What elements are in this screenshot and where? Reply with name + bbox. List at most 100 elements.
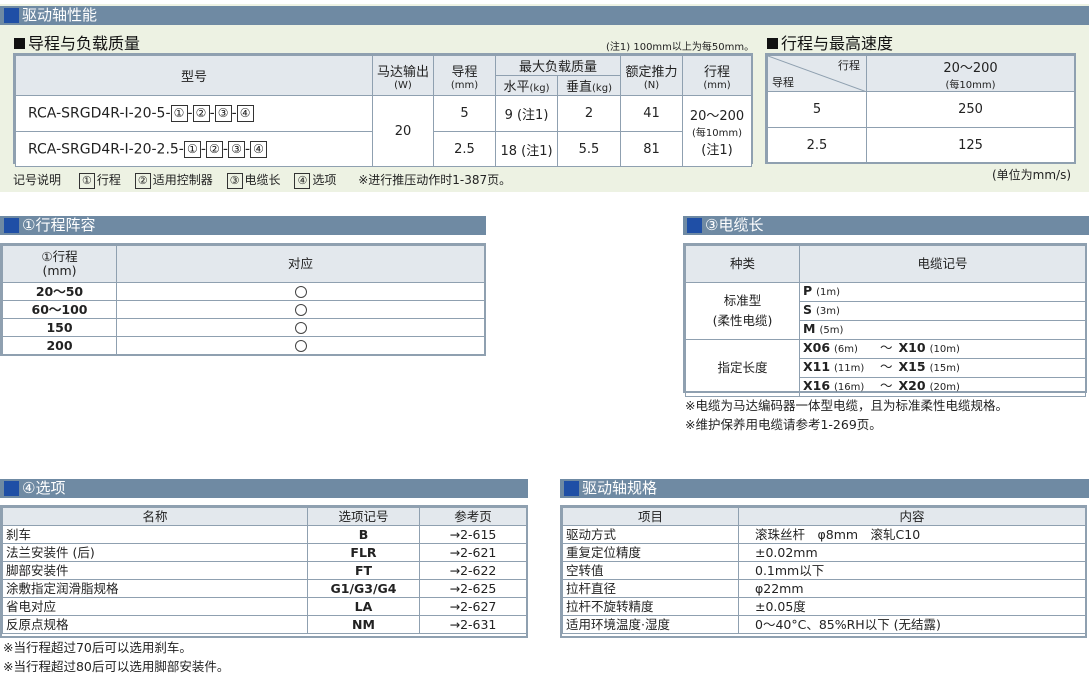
table-row: 法兰安装件 (后) FLR →2-621 [2,543,527,562]
table-row: 省电对应 LA →2-627 [2,597,527,616]
stroke-load-title: 导程与负载质量 [28,34,141,53]
options-table: 名称 选项记号 参考页 刹车 B →2-615 法兰安装件 (后) FLR →2-621… [2,507,527,634]
speed-lead: 5 [767,91,867,128]
stroke-lineup-header: ①行程阵容 [0,216,486,235]
square-bullet-icon [767,38,778,49]
col-horizontal: 水平(kg) [495,75,558,96]
cable-header: ③电缆长 [683,216,1089,235]
legend-code: ③ [226,172,243,189]
lead-value: 2.5 [433,131,496,167]
table-row: 适用环境温度·湿度 0～40°C、85%RH以下 (无结露) [562,615,1086,634]
section-marker-icon [4,8,19,23]
section-marker-icon [4,218,19,233]
col-stroke: ①行程 (mm) [2,245,117,283]
table-row: 重复定位精度 ±0.02mm [562,543,1086,562]
stroke-value: 20～200 (每10mm) (注1) [682,95,753,167]
thrust-value: 41 [620,95,684,132]
supported-mark-icon [294,340,307,352]
col-content: 内容 [738,507,1086,526]
options-frame: 名称 选项记号 参考页 刹车 B →2-615 法兰安装件 (后) FLR →2-621… [0,505,528,638]
stroke-load-table-frame: 型号 马达输出 (W) 导程 (mm) 最大负载质量 额定推力 (N) 行程 (mm) … [13,53,753,167]
legend-code: ② [134,172,151,189]
spec-title: 驱动轴规格 [582,479,658,497]
options-header: ④选项 [0,479,528,498]
speed-lead: 2.5 [767,127,867,163]
table-row: 拉杆直径 φ22mm [562,579,1086,598]
col-model: 型号 [15,55,373,96]
table-row: 驱动方式 滚珠丝杆 φ8mm 滚轧C10 [562,525,1086,544]
speed-unit-note: (单位为mm/s) [992,168,1072,182]
vertical-value: 5.5 [556,131,622,167]
model-cell: RCA-SRGD4R-I-20-2.5- ① - ② - ③ - ④ [15,131,373,167]
col-option-code: 选项记号 [307,507,420,526]
symbol-legend: 记号说明 ① 行程 ② 适用控制器 ③ 电缆长 ④ 选项 ※进行推压动作时1-387页。 [13,171,511,189]
supported-mark-icon [294,322,307,334]
speed-title: 行程与最高速度 [781,34,894,53]
custom-length: 指定长度 [685,339,800,397]
vertical-value: 2 [556,95,622,132]
legend-label: 记号说明 [13,173,62,187]
supported-mark-icon [294,304,307,316]
table-row: 空转值 0.1mm以下 [562,561,1086,580]
speed-table-frame: 行程 导程 20～200 (每10mm) 5 250 2.5 125 [765,53,1076,164]
options-title: ④选项 [22,479,66,497]
section-marker-icon [564,481,579,496]
table-row: 20～50 [2,282,485,301]
col-stroke: 行程 (mm) [682,55,753,96]
spec-header: 驱动轴规格 [560,479,1089,498]
table-row: 150 [2,318,485,337]
table-row: 反原点规格 NM →2-631 [2,615,527,634]
speed-table: 行程 导程 20～200 (每10mm) 5 250 2.5 125 [767,55,1075,163]
col-max-load: 最大负载质量 [494,55,622,76]
col-ref-page: 参考页 [419,507,527,526]
legend-note: ※进行推压动作时1-387页。 [358,173,512,187]
stroke-lineup-title: ①行程阵容 [22,216,96,234]
table-row: 标准型 (柔性电缆) P (1m) [685,282,1086,340]
spec-table: 项目 内容 驱动方式 滚珠丝杆 φ8mm 滚轧C10 重复定位精度 ±0.02mm … [562,507,1086,634]
lead-value: 5 [433,95,496,132]
col-kind: 种类 [685,245,800,283]
legend-text: 行程 [96,173,121,187]
stroke-load-table: 型号 马达输出 (W) 导程 (mm) 最大负载质量 额定推力 (N) 行程 (mm) … [15,55,753,167]
cable-frame: 种类 电缆记号 标准型 (柔性电缆) P (1m) S (3m) M (5m) 指… [683,243,1087,397]
model-cell: RCA-SRGD4R-I-20-5- ① - ② - ③ - ④ [15,95,373,132]
standard-type: 标准型 (柔性电缆) [685,282,800,340]
table-row: 60～100 [2,300,485,319]
col-item: 项目 [562,507,739,526]
col-motor: 马达输出 (W) [372,55,434,96]
legend-code: ① [78,172,95,189]
options-notes: ※当行程超过70后可以选用刹车。 ※当行程超过80后可以选用脚部安装件。 [3,638,229,676]
table-row: 5 250 [767,91,1075,128]
thrust-value: 81 [620,131,684,167]
cable-table: 种类 电缆记号 标准型 (柔性电缆) P (1m) S (3m) M (5m) 指… [685,245,1086,397]
supported-mark-icon [294,286,307,298]
col-thrust: 额定推力 (N) [620,55,684,96]
options-note: ※当行程超过80后可以选用脚部安装件。 [3,659,230,674]
speed-value: 125 [866,127,1075,163]
section-marker-icon [4,481,19,496]
table-row: 拉杆不旋转精度 ±0.05度 [562,597,1086,616]
stroke-load-note: (注1) 100mm以上为每50mm。 [606,42,755,53]
options-note: ※当行程超过70后可以选用刹车。 [3,640,192,655]
speed-value: 250 [866,91,1075,128]
cable-note: ※维护保养用电缆请参考1-269页。 [685,417,882,432]
col-support: 对应 [116,245,485,283]
table-row: 指定长度 X06 (6m) ～ X10 (10m) [685,339,1086,397]
col-name: 名称 [2,507,308,526]
cable-notes: ※电缆为马达编码器一体型电缆，且为标准柔性电缆规格。 ※维护保养用电缆请参考1-… [685,396,1008,434]
horizontal-value: 18 (注1) [495,131,558,167]
cable-title: ③电缆长 [705,216,764,234]
legend-text: 选项 [312,173,337,187]
legend-code: ④ [294,172,311,189]
table-row: 涂敷指定润滑脂规格 G1/G3/G4 →2-625 [2,579,527,598]
square-bullet-icon [14,38,25,49]
speed-title-wrap: 行程与最高速度 [767,30,893,54]
section-marker-icon [687,218,702,233]
table-row: 200 [2,336,485,355]
table-row: 刹车 B →2-615 [2,525,527,544]
col-lead: 导程 (mm) [433,55,496,96]
performance-title: 驱动轴性能 [22,6,98,24]
speed-stroke-header: 20～200 (每10mm) [866,55,1075,92]
table-row: RCA-SRGD4R-I-20-5- ① - ② - ③ - ④ 20 5 9 (注1) 2 … [15,95,753,167]
speed-corner: 行程 导程 [767,55,867,92]
